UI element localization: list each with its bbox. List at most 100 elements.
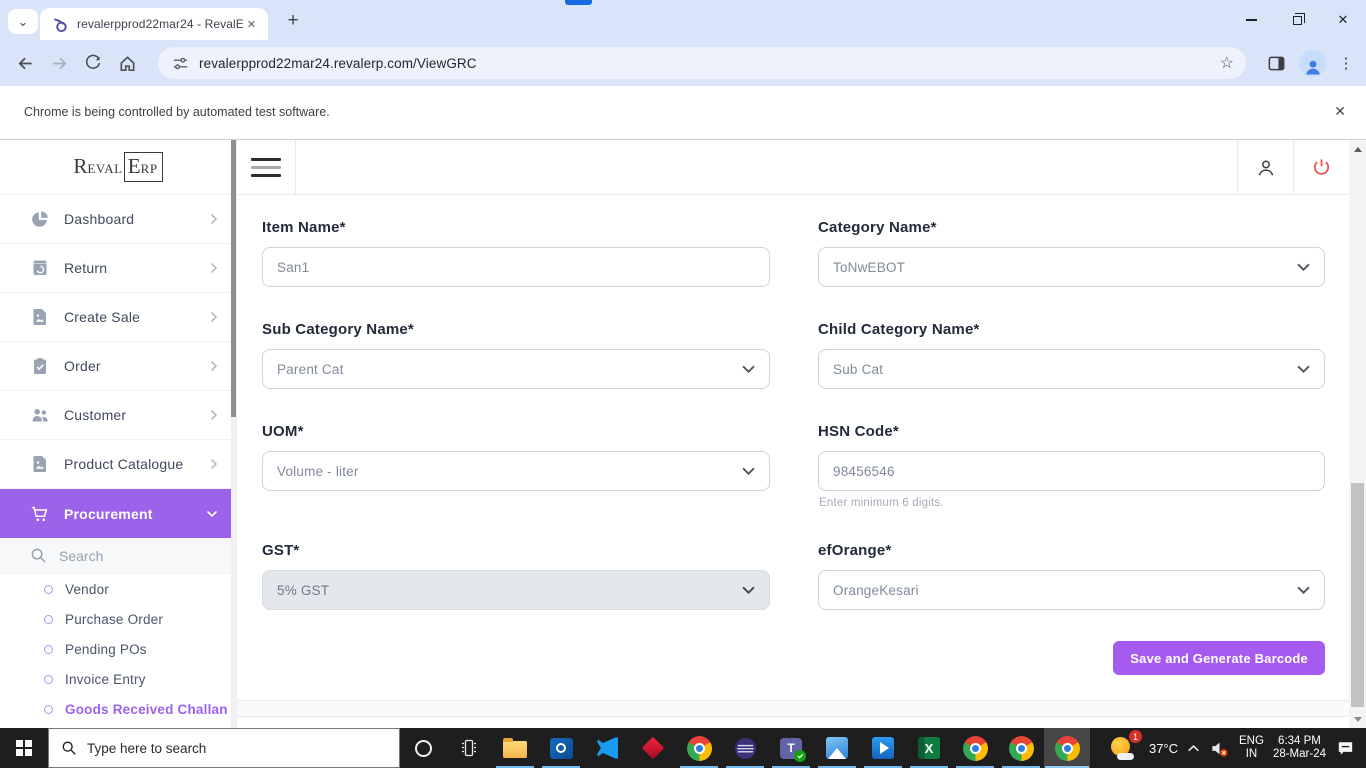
child-category-name-select[interactable]: Sub Cat: [818, 349, 1325, 389]
sidebar-subitem-vendor[interactable]: Vendor: [0, 574, 236, 604]
sidebar-item-customer[interactable]: Customer: [0, 391, 236, 440]
sidebar-item-return[interactable]: Return: [0, 244, 236, 293]
chrome-button-2[interactable]: [952, 728, 998, 768]
restore-button[interactable]: [1274, 0, 1320, 40]
sidebar-item-create-sale[interactable]: Create Sale: [0, 293, 236, 342]
red-diamond-app-button[interactable]: [630, 728, 676, 768]
hamburger-icon: [251, 166, 281, 169]
bookmark-star-icon[interactable]: ☆: [1220, 53, 1234, 73]
tab-search-caret-button[interactable]: ⌄: [8, 9, 38, 34]
sidebar-subitem-invoice-entry[interactable]: Invoice Entry: [0, 664, 236, 694]
sub-category-name-select[interactable]: Parent Cat: [262, 349, 770, 389]
site-settings-icon[interactable]: [172, 55, 189, 72]
temperature-text[interactable]: 37°C: [1149, 741, 1178, 756]
sidebar-subitem-goods-received-challan[interactable]: Goods Received Challan: [0, 694, 236, 724]
address-bar[interactable]: revalerpprod22mar24.revalerp.com/ViewGRC…: [158, 47, 1246, 79]
scrollbar-thumb[interactable]: [1351, 483, 1364, 707]
bullet-circle-icon: [44, 614, 53, 624]
minimize-button[interactable]: [1228, 0, 1274, 40]
logo-box: E RP: [123, 152, 163, 182]
url-text[interactable]: revalerpprod22mar24.revalerp.com/ViewGRC: [199, 56, 1220, 71]
language-indicator[interactable]: ENG IN: [1239, 735, 1264, 761]
field-label: Sub Category Name*: [262, 321, 414, 338]
triangle-down-icon: [1353, 716, 1362, 722]
forward-button[interactable]: [42, 46, 76, 80]
category-name-select[interactable]: ToNwEBOT: [818, 247, 1325, 287]
chevron-down-icon: [1297, 586, 1310, 594]
sidebar-item-product-catalogue[interactable]: Product Catalogue: [0, 440, 236, 489]
logo-container[interactable]: R EVAL E RP: [0, 140, 236, 195]
new-tab-button[interactable]: +: [280, 9, 306, 33]
tab-close-icon[interactable]: ✕: [243, 16, 260, 33]
page-scrollbar[interactable]: [1349, 140, 1366, 728]
photos-button[interactable]: [814, 728, 860, 768]
chrome-button-3[interactable]: [998, 728, 1044, 768]
select-value: OrangeKesari: [833, 582, 919, 598]
sidebar-item-dashboard[interactable]: Dashboard: [0, 195, 236, 244]
item-name-input[interactable]: [262, 247, 770, 287]
sidebar-scrollbar-thumb[interactable]: [231, 140, 236, 417]
weather-widget[interactable]: 1: [1110, 730, 1142, 763]
gst-select[interactable]: 5% GST: [262, 570, 770, 610]
sidebar-search[interactable]: [0, 538, 236, 574]
browser-menu-button[interactable]: ⋮: [1332, 54, 1360, 72]
volume-button[interactable]: [1209, 738, 1230, 759]
reload-icon: [85, 54, 101, 69]
file-explorer-button[interactable]: [492, 728, 538, 768]
taskbar-search[interactable]: Type here to search: [48, 728, 400, 768]
logout-button[interactable]: [1293, 140, 1349, 195]
field-label: HSN Code*: [818, 423, 899, 440]
start-button[interactable]: [0, 728, 48, 768]
movies-tv-button[interactable]: [860, 728, 906, 768]
window-controls: ✕: [1228, 0, 1366, 40]
chrome-button-active[interactable]: [1044, 728, 1090, 768]
file-image-icon: [33, 309, 46, 325]
excel-button[interactable]: X: [906, 728, 952, 768]
side-panel-button[interactable]: [1259, 46, 1293, 80]
chevron-down-icon: [742, 365, 755, 373]
back-button[interactable]: [8, 46, 42, 80]
chrome-icon: [1008, 735, 1034, 761]
user-profile-button[interactable]: [1237, 140, 1293, 195]
task-view-button[interactable]: [446, 728, 492, 768]
form-actions: Save and Generate Barcode: [818, 641, 1325, 675]
chrome-button-1[interactable]: [676, 728, 722, 768]
sidebar-item-procurement[interactable]: Procurement: [0, 489, 236, 538]
scroll-up-button[interactable]: [1349, 142, 1366, 156]
eforange-select[interactable]: OrangeKesari: [818, 570, 1325, 610]
sidebar-subitem-pending-pos[interactable]: Pending POs: [0, 634, 236, 664]
cortana-button[interactable]: [400, 728, 446, 768]
notice-close-icon[interactable]: ✕: [1334, 103, 1346, 120]
outlook-button[interactable]: [538, 728, 584, 768]
bullet-circle-icon: [44, 704, 53, 714]
bullet-circle-icon: [44, 674, 53, 684]
profile-avatar[interactable]: [1299, 49, 1326, 77]
scroll-down-button[interactable]: [1349, 712, 1366, 726]
menu-toggle-button[interactable]: [237, 140, 296, 195]
browser-tab[interactable]: revalerpprod22mar24 - RevalE ✕: [40, 8, 268, 40]
logo-letters: RP: [140, 161, 158, 176]
field-label: GST*: [262, 542, 300, 559]
home-button[interactable]: [110, 46, 144, 80]
teams-button[interactable]: T: [768, 728, 814, 768]
chevron-right-icon: [210, 458, 218, 470]
sidebar-subitem-purchase-order[interactable]: Purchase Order: [0, 604, 236, 634]
clock[interactable]: 6:34 PM 28-Mar-24: [1273, 735, 1326, 761]
sidebar-item-label: Dashboard: [64, 211, 135, 227]
uom-select[interactable]: Volume - liter: [262, 451, 770, 491]
vscode-button[interactable]: [584, 728, 630, 768]
sidebar-item-order[interactable]: Order: [0, 342, 236, 391]
eclipse-button[interactable]: [722, 728, 768, 768]
language-region: IN: [1245, 748, 1258, 760]
sidebar-search-input[interactable]: [59, 547, 179, 564]
cart-icon: [31, 506, 48, 521]
tray-expand-button[interactable]: [1187, 744, 1200, 753]
sidebar-scrollbar[interactable]: [231, 140, 236, 728]
save-generate-barcode-button[interactable]: Save and Generate Barcode: [1113, 641, 1325, 675]
action-center-button[interactable]: [1335, 738, 1356, 759]
logo-letter: E: [127, 154, 141, 178]
field-label: UOM*: [262, 423, 304, 440]
hsn-code-input[interactable]: [818, 451, 1325, 491]
close-window-button[interactable]: ✕: [1320, 0, 1366, 40]
reload-button[interactable]: [76, 46, 110, 80]
